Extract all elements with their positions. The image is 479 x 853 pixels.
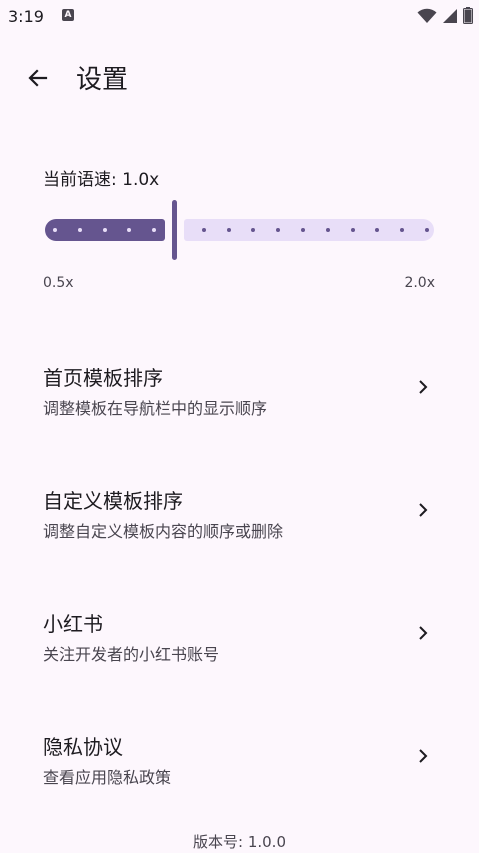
setting-privacy-policy[interactable]: 隐私协议 查看应用隐私政策 bbox=[0, 709, 479, 832]
setting-title: 自定义模板排序 bbox=[43, 489, 183, 513]
slider-tick bbox=[53, 228, 57, 232]
setting-xiaohongshu[interactable]: 小红书 关注开发者的小红书账号 bbox=[0, 586, 479, 709]
status-bar: 3:19 A bbox=[0, 0, 479, 34]
setting-subtitle: 关注开发者的小红书账号 bbox=[43, 645, 220, 664]
slider-min-label: 0.5x bbox=[43, 275, 74, 291]
slider-tick bbox=[201, 228, 206, 232]
cellular-signal-icon bbox=[443, 8, 457, 23]
page-title: 设置 bbox=[76, 65, 129, 95]
status-time: 3:19 bbox=[8, 7, 44, 26]
setting-subtitle: 查看应用隐私政策 bbox=[43, 768, 172, 787]
chevron-right-icon bbox=[419, 380, 428, 394]
setting-title: 首页模板排序 bbox=[43, 366, 163, 390]
speed-label: 当前语速: 1.0x bbox=[43, 170, 160, 190]
app-notification-icon: A bbox=[62, 9, 74, 21]
slider-tick bbox=[77, 228, 82, 232]
slider-tick bbox=[350, 228, 355, 232]
setting-subtitle: 调整自定义模板内容的顺序或删除 bbox=[43, 522, 284, 541]
slider-tick bbox=[301, 228, 305, 232]
slider-tick bbox=[325, 228, 330, 232]
version-label: 版本号: 1.0.0 bbox=[193, 833, 286, 851]
status-icons bbox=[417, 7, 473, 24]
slider-tick bbox=[425, 228, 429, 232]
speed-slider[interactable] bbox=[43, 200, 435, 260]
setting-subtitle: 调整模板在导航栏中的显示顺序 bbox=[43, 399, 268, 418]
battery-icon bbox=[463, 7, 473, 24]
slider-tick bbox=[102, 228, 107, 232]
wifi-icon bbox=[417, 8, 437, 23]
setting-title: 小红书 bbox=[43, 612, 103, 636]
setting-custom-template-order[interactable]: 自定义模板排序 调整自定义模板内容的顺序或删除 bbox=[0, 463, 479, 586]
back-button[interactable] bbox=[16, 56, 60, 100]
setting-title: 隐私协议 bbox=[43, 735, 123, 759]
chevron-right-icon bbox=[419, 749, 428, 763]
slider-max-label: 2.0x bbox=[404, 275, 435, 291]
slider-tick bbox=[226, 228, 231, 232]
chevron-right-icon bbox=[419, 503, 428, 517]
setting-home-template-order[interactable]: 首页模板排序 调整模板在导航栏中的显示顺序 bbox=[0, 340, 479, 463]
top-app-bar: 设置 bbox=[0, 50, 479, 106]
slider-handle[interactable] bbox=[172, 200, 177, 260]
arrow-left-icon bbox=[28, 69, 48, 87]
settings-list: 首页模板排序 调整模板在导航栏中的显示顺序 自定义模板排序 调整自定义模板内容的… bbox=[0, 340, 479, 832]
chevron-right-icon bbox=[419, 626, 428, 640]
slider-inactive-track bbox=[184, 219, 434, 241]
